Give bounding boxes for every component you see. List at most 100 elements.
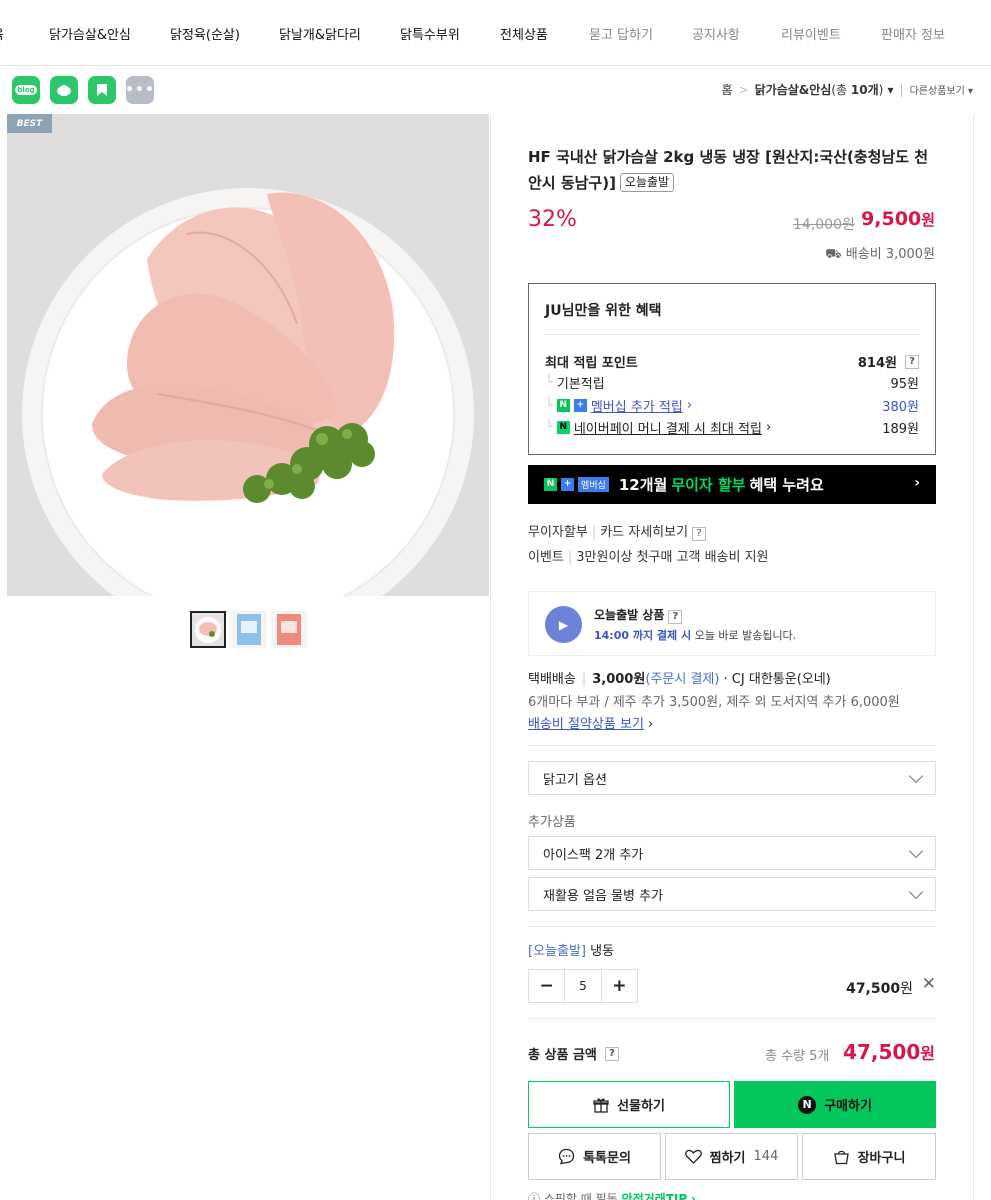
today-ship-tag: 오늘출발	[619, 173, 675, 192]
benefit-title: JU님만을 위한 혜택	[545, 303, 662, 319]
top-navigation: 육 닭가슴살&안심 닭정육(순살) 닭날개&닭다리 닭특수부위 전체상품 묻고 …	[0, 0, 991, 66]
nav-item-special[interactable]: 닭특수부위	[400, 24, 460, 43]
nav-item-seller-info[interactable]: 판매자 정보	[881, 24, 945, 43]
sale-price: 9,500원	[861, 208, 935, 230]
thumbnail-2[interactable]	[231, 611, 267, 648]
thumbnail-chicken-image	[195, 617, 221, 643]
chevron-down-icon	[908, 843, 924, 859]
talktalk-inquiry-button[interactable]: 톡톡문의	[528, 1133, 661, 1180]
bookmark-share-icon[interactable]	[88, 76, 116, 104]
chevron-down-icon	[908, 768, 924, 784]
help-icon[interactable]: ?	[668, 610, 683, 624]
cup-icon	[57, 85, 71, 96]
breadcrumb-home[interactable]: 홈	[722, 81, 733, 98]
chevron-right-icon: ›	[914, 475, 920, 491]
nav-item-wings[interactable]: 닭날개&닭다리	[279, 24, 361, 43]
thumbnail-red-package-image	[277, 614, 301, 645]
delivery-info: 택배배송 | 3,000원(주문시 결제) · CJ 대한통운(오네)	[528, 672, 831, 687]
nav-item-qna[interactable]: 묻고 답하기	[589, 24, 653, 43]
increase-button[interactable]: +	[602, 970, 637, 1002]
nav-item-notice[interactable]: 공지사항	[692, 24, 740, 43]
naver-pay-icon: N	[798, 1095, 817, 1114]
thumbnail-1[interactable]	[190, 611, 226, 648]
nav-item-all[interactable]: 전체상품	[500, 24, 548, 43]
bookmark-icon	[97, 84, 107, 96]
naver-n-icon: N	[556, 399, 570, 412]
thumbnail-blue-package-image	[237, 614, 261, 645]
naverpay-link[interactable]: 네이버페이 머니 결제 시 최대 적립	[574, 418, 762, 437]
more-share-icon[interactable]: •••	[125, 76, 155, 104]
wish-count: 144	[753, 1149, 779, 1164]
info-icon: ⓘ	[528, 1192, 541, 1200]
chat-bubble-icon	[558, 1148, 575, 1165]
heart-icon	[684, 1149, 702, 1164]
thumbnail-3[interactable]	[271, 611, 307, 648]
chevron-right-icon: ›	[686, 398, 693, 413]
npay-icon: N	[556, 421, 570, 434]
help-icon[interactable]: ?	[692, 527, 707, 541]
cafe-share-icon[interactable]	[50, 76, 78, 104]
truck-icon: ⛟	[825, 247, 842, 262]
nav-item-breast[interactable]: 닭가슴살&안심	[49, 24, 131, 43]
naver-n-icon: N	[544, 478, 557, 491]
delivery-extra: 6개마다 부과 / 제주 추가 3,500원, 제주 외 도서지역 추가 6,0…	[528, 695, 900, 710]
blog-share-icon[interactable]: blog	[12, 76, 40, 104]
safe-trade-link[interactable]: 안전거래TIP	[622, 1192, 688, 1200]
quantity-stepper: − 5 +	[528, 969, 638, 1003]
nav-item-meat[interactable]: 육	[0, 24, 4, 43]
shipping-saving-link[interactable]: 배송비 절약상품 보기 ›	[528, 713, 653, 732]
chicken-breast-plate-image	[7, 114, 489, 596]
nav-item-thigh[interactable]: 닭정육(순살)	[170, 24, 240, 43]
discount-rate: 32%	[528, 207, 577, 232]
best-badge: BEST	[7, 114, 52, 133]
more-dots-icon: •••	[125, 82, 155, 98]
installment-banner[interactable]: N + 멤버십 12개월 무이자 할부 혜택 누려요 ›	[528, 465, 936, 504]
divider	[528, 1018, 936, 1019]
cart-button[interactable]: 장바구니	[802, 1133, 936, 1180]
max-point-row: 최대 적립 포인트 814원?	[545, 352, 919, 371]
chevron-right-icon: ›	[765, 420, 772, 435]
shipping-fee: ⛟ 배송비 3,000원	[825, 247, 935, 262]
today-ship-box: ▶ 오늘출발 상품? 14:00 까지 결제 시 오늘 바로 발송됩니다.	[528, 591, 936, 656]
membership-link[interactable]: 멤버십 추가 적립	[591, 396, 683, 415]
safe-trade-note: ⓘ 쇼핑할 때 필독 안전거래TIP ›	[528, 1190, 696, 1200]
plus-icon: +	[561, 478, 574, 491]
ice-bottle-addon-select[interactable]: 재활용 얼음 물병 추가	[528, 877, 936, 911]
decrease-button[interactable]: −	[529, 970, 564, 1002]
divider	[545, 334, 919, 335]
chicken-option-select[interactable]: 닭고기 옵션	[528, 761, 936, 795]
product-info-panel	[490, 114, 974, 1200]
remove-option-icon[interactable]: ✕	[922, 974, 936, 994]
chevron-right-icon: ›	[648, 717, 654, 732]
addon-label: 추가상품	[528, 815, 576, 830]
wishlist-button[interactable]: 찜하기 144	[665, 1133, 798, 1180]
help-icon[interactable]: ?	[905, 354, 919, 369]
membership-point-row: └ N + 멤버십 추가 적립 › 380원	[545, 396, 919, 415]
total-quantity: 총 수량 5개	[765, 1049, 830, 1064]
chevron-down-icon	[908, 884, 924, 900]
original-price: 14,000원	[793, 217, 855, 233]
benefit-box: JU님만을 위한 혜택 최대 적립 포인트 814원? └ 기본적립 95원 └ N…	[528, 283, 936, 455]
naverpay-point-row: └ N 네이버페이 머니 결제 시 최대 적립 › 189원	[545, 418, 919, 437]
product-title: HF 국내산 닭가슴살 2kg 냉동 냉장 [원산지:국산(충청남도 천안시 동…	[528, 148, 929, 192]
help-icon[interactable]: ?	[604, 1046, 619, 1061]
nav-item-review-event[interactable]: 리뷰이벤트	[781, 24, 841, 43]
breadcrumb: 홈 > 닭가슴살&안심(총 10개) ▾ | 다른상품보기 ▾	[721, 81, 973, 98]
breadcrumb-current[interactable]: 닭가슴살&안심(총 10개) ▾	[755, 81, 894, 98]
card-detail-link[interactable]: 카드 자세히보기	[600, 525, 688, 540]
plus-icon: +	[573, 399, 587, 412]
divider	[528, 926, 936, 927]
basic-point-row: └ 기본적립 95원	[545, 375, 919, 392]
divider	[528, 745, 936, 746]
other-products-dropdown[interactable]: 다른상품보기 ▾	[910, 82, 973, 97]
buy-button[interactable]: N 구매하기	[734, 1081, 936, 1128]
quantity-input[interactable]: 5	[564, 970, 602, 1002]
gift-button[interactable]: 선물하기	[528, 1081, 730, 1128]
icepack-addon-select[interactable]: 아이스팩 2개 추가	[528, 836, 936, 870]
gift-icon	[593, 1097, 609, 1113]
selected-option-name: [오늘출발] 냉동	[528, 944, 615, 959]
shopping-bag-icon	[833, 1150, 849, 1165]
product-main-image[interactable]: BEST	[7, 114, 489, 596]
fast-truck-icon: ▶	[545, 606, 582, 643]
event-info: 이벤트 | 3만원이상 첫구매 고객 배송비 지원	[528, 550, 769, 565]
